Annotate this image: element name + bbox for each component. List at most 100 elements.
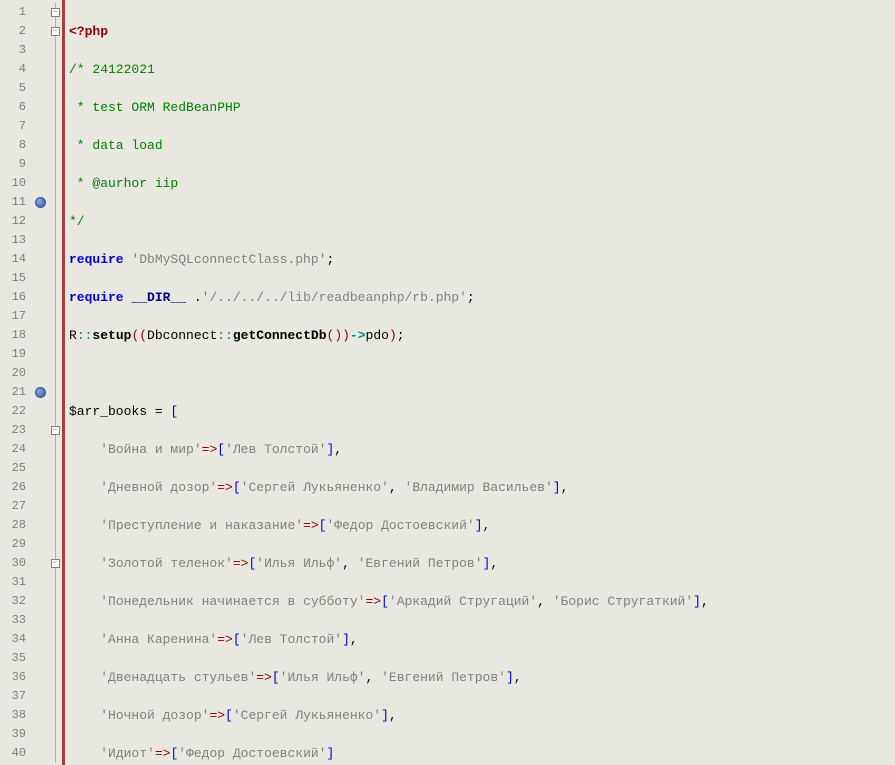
line-number[interactable]: 1 (2, 3, 26, 22)
marker-slot[interactable] (32, 440, 48, 459)
breakpoint-icon[interactable] (35, 197, 46, 208)
marker-slot[interactable] (32, 155, 48, 174)
code-line[interactable]: $arr_books = [ (69, 402, 895, 421)
code-line[interactable]: 'Идиот'=>['Федор Достоевский'] (69, 744, 895, 763)
marker-slot[interactable] (32, 706, 48, 725)
marker-slot[interactable] (32, 725, 48, 744)
marker-slot[interactable] (32, 611, 48, 630)
marker-slot[interactable] (32, 326, 48, 345)
fold-minus-icon[interactable]: − (51, 8, 60, 17)
marker-slot[interactable] (32, 364, 48, 383)
line-number[interactable]: 14 (2, 250, 26, 269)
code-line[interactable]: require 'DbMySQLconnectClass.php'; (69, 250, 895, 269)
marker-slot[interactable] (32, 573, 48, 592)
line-number[interactable]: 21 (2, 383, 26, 402)
line-number[interactable]: 6 (2, 98, 26, 117)
line-number[interactable]: 28 (2, 516, 26, 535)
code-line[interactable]: <?php (69, 22, 895, 41)
marker-slot[interactable] (32, 193, 48, 212)
line-number[interactable]: 39 (2, 725, 26, 744)
marker-slot[interactable] (32, 687, 48, 706)
line-number[interactable]: 29 (2, 535, 26, 554)
marker-slot[interactable] (32, 60, 48, 79)
line-number[interactable]: 34 (2, 630, 26, 649)
marker-slot[interactable] (32, 212, 48, 231)
marker-slot[interactable] (32, 592, 48, 611)
marker-slot[interactable] (32, 668, 48, 687)
line-number[interactable]: 10 (2, 174, 26, 193)
marker-slot[interactable] (32, 250, 48, 269)
line-number[interactable]: 2 (2, 22, 26, 41)
line-number[interactable]: 9 (2, 155, 26, 174)
line-number[interactable]: 15 (2, 269, 26, 288)
marker-slot[interactable] (32, 744, 48, 763)
marker-slot[interactable] (32, 22, 48, 41)
line-number[interactable]: 30 (2, 554, 26, 573)
marker-slot[interactable] (32, 98, 48, 117)
marker-slot[interactable] (32, 516, 48, 535)
marker-slot[interactable] (32, 3, 48, 22)
line-number[interactable]: 16 (2, 288, 26, 307)
marker-slot[interactable] (32, 649, 48, 668)
marker-slot[interactable] (32, 497, 48, 516)
marker-slot[interactable] (32, 630, 48, 649)
code-line[interactable]: * test ORM RedBeanPHP (69, 98, 895, 117)
line-number[interactable]: 7 (2, 117, 26, 136)
code-line[interactable]: 'Ночной дозор'=>['Сергей Лукьяненко'], (69, 706, 895, 725)
fold-minus-icon[interactable]: − (51, 426, 60, 435)
code-line[interactable] (69, 364, 895, 383)
fold-minus-icon[interactable]: − (51, 559, 60, 568)
line-number[interactable]: 32 (2, 592, 26, 611)
marker-slot[interactable] (32, 79, 48, 98)
code-line[interactable]: /* 24122021 (69, 60, 895, 79)
marker-slot[interactable] (32, 307, 48, 326)
line-number[interactable]: 36 (2, 668, 26, 687)
line-number[interactable]: 22 (2, 402, 26, 421)
marker-slot[interactable] (32, 402, 48, 421)
marker-slot[interactable] (32, 136, 48, 155)
marker-slot[interactable] (32, 117, 48, 136)
marker-slot[interactable] (32, 288, 48, 307)
code-line[interactable]: 'Война и мир'=>['Лев Толстой'], (69, 440, 895, 459)
marker-slot[interactable] (32, 478, 48, 497)
code-line[interactable]: 'Золотой теленок'=>['Илья Ильф', 'Евгени… (69, 554, 895, 573)
line-number[interactable]: 25 (2, 459, 26, 478)
marker-slot[interactable] (32, 554, 48, 573)
line-number[interactable]: 19 (2, 345, 26, 364)
line-number[interactable]: 5 (2, 79, 26, 98)
marker-slot[interactable] (32, 459, 48, 478)
marker-slot[interactable] (32, 174, 48, 193)
line-number[interactable]: 24 (2, 440, 26, 459)
line-number[interactable]: 37 (2, 687, 26, 706)
code-line[interactable]: 'Двенадцать стульев'=>['Илья Ильф', 'Евг… (69, 668, 895, 687)
breakpoint-icon[interactable] (35, 387, 46, 398)
marker-slot[interactable] (32, 421, 48, 440)
marker-slot[interactable] (32, 383, 48, 402)
line-number[interactable]: 20 (2, 364, 26, 383)
code-line[interactable]: require __DIR__ .'/../../../lib/readbean… (69, 288, 895, 307)
code-line[interactable]: 'Дневной дозор'=>['Сергей Лукьяненко', '… (69, 478, 895, 497)
line-number[interactable]: 40 (2, 744, 26, 763)
marker-slot[interactable] (32, 345, 48, 364)
code-area[interactable]: <?php /* 24122021 * test ORM RedBeanPHP … (65, 0, 895, 765)
line-number[interactable]: 17 (2, 307, 26, 326)
code-line[interactable]: * @aurhor iip (69, 174, 895, 193)
line-number[interactable]: 31 (2, 573, 26, 592)
code-line[interactable]: R::setup((Dbconnect::getConnectDb())->pd… (69, 326, 895, 345)
fold-minus-icon[interactable]: − (51, 27, 60, 36)
code-line[interactable]: 'Преступление и наказание'=>['Федор Дост… (69, 516, 895, 535)
line-number[interactable]: 38 (2, 706, 26, 725)
line-number[interactable]: 33 (2, 611, 26, 630)
line-number[interactable]: 3 (2, 41, 26, 60)
line-number[interactable]: 35 (2, 649, 26, 668)
line-number[interactable]: 27 (2, 497, 26, 516)
line-number[interactable]: 8 (2, 136, 26, 155)
marker-slot[interactable] (32, 41, 48, 60)
line-number[interactable]: 11 (2, 193, 26, 212)
line-number[interactable]: 4 (2, 60, 26, 79)
code-line[interactable]: 'Понедельник начинается в субботу'=>['Ар… (69, 592, 895, 611)
code-line[interactable]: */ (69, 212, 895, 231)
line-number[interactable]: 13 (2, 231, 26, 250)
code-line[interactable]: 'Анна Каренина'=>['Лев Толстой'], (69, 630, 895, 649)
code-line[interactable]: * data load (69, 136, 895, 155)
